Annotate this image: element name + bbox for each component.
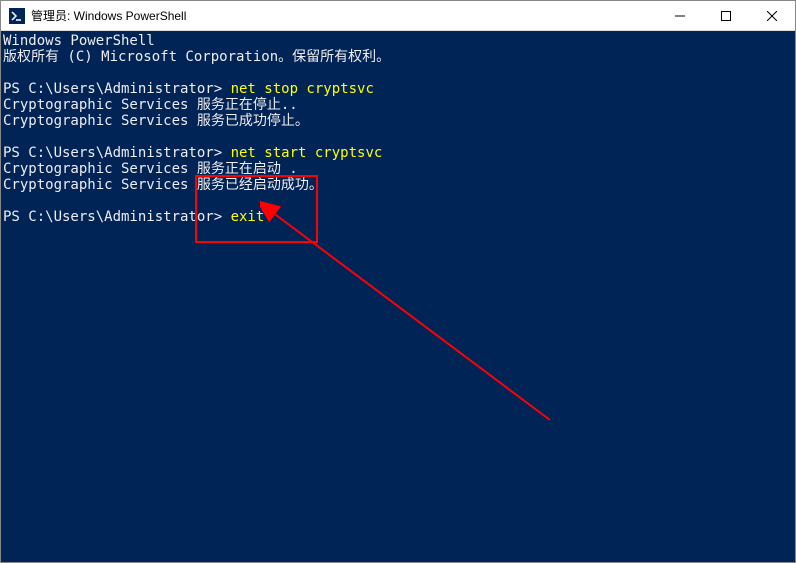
prompt: PS C:\Users\Administrator> — [3, 81, 231, 97]
window-controls — [657, 1, 795, 30]
window-title: 管理员: Windows PowerShell — [31, 7, 657, 24]
copyright-line: 版权所有 (C) Microsoft Corporation。保留所有权利。 — [3, 49, 390, 65]
command-text: exit — [231, 209, 265, 225]
output-line: Cryptographic Services 服务正在启动 . — [3, 161, 298, 177]
powershell-icon — [9, 8, 25, 24]
header-line: Windows PowerShell — [3, 33, 155, 49]
terminal-output[interactable]: Windows PowerShell 版权所有 (C) Microsoft Co… — [1, 31, 795, 562]
prompt: PS C:\Users\Administrator> — [3, 209, 231, 225]
titlebar[interactable]: 管理员: Windows PowerShell — [1, 1, 795, 31]
command-text: net stop cryptsvc — [231, 81, 374, 97]
output-line: Cryptographic Services 服务正在停止.. — [3, 97, 298, 113]
command-text: net start cryptsvc — [231, 145, 383, 161]
powershell-window: 管理员: Windows PowerShell Windows PowerShe… — [0, 0, 796, 563]
prompt: PS C:\Users\Administrator> — [3, 145, 231, 161]
output-line: Cryptographic Services 服务已成功停止。 — [3, 113, 309, 129]
minimize-button[interactable] — [657, 1, 703, 30]
maximize-button[interactable] — [703, 1, 749, 30]
close-button[interactable] — [749, 1, 795, 30]
output-line: Cryptographic Services 服务已经启动成功。 — [3, 177, 323, 193]
